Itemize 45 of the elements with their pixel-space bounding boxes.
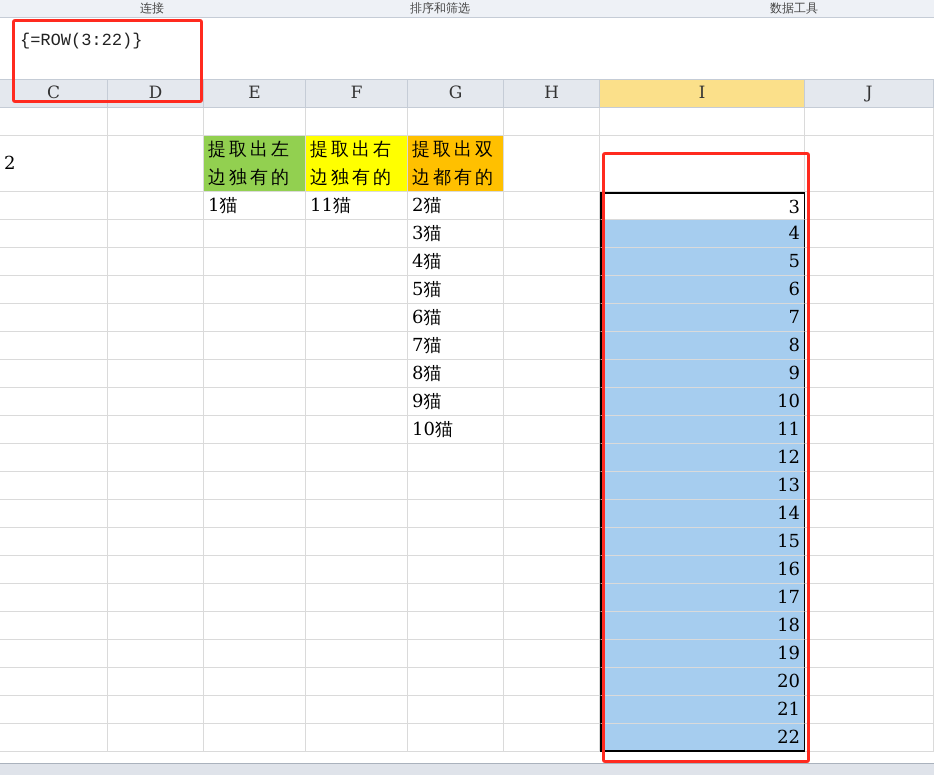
table-cell: 6猫 bbox=[408, 304, 504, 332]
table-cell: 6 bbox=[600, 276, 805, 304]
table-cell: 2猫 bbox=[408, 192, 504, 220]
table-cell: 2 bbox=[0, 136, 108, 192]
table-cell: 5 bbox=[600, 248, 805, 276]
table-cell: 11 bbox=[600, 416, 805, 444]
table-cell: 8猫 bbox=[408, 360, 504, 388]
table-cell: 16 bbox=[600, 556, 805, 584]
table-cell: 8 bbox=[600, 332, 805, 360]
table-cell: 15 bbox=[600, 528, 805, 556]
column-header[interactable]: I bbox=[600, 80, 805, 108]
table-cell: 4猫 bbox=[408, 248, 504, 276]
table-cell: 17 bbox=[600, 584, 805, 612]
column-header[interactable]: F bbox=[306, 80, 408, 108]
table-cell: 3猫 bbox=[408, 220, 504, 248]
ribbon-group-label: 数据工具 bbox=[770, 1, 818, 15]
table-cell: 13 bbox=[600, 472, 805, 500]
table-cell: 9 bbox=[600, 360, 805, 388]
table-cell: 提取出右边独有的 bbox=[306, 136, 408, 192]
table-cell: 5猫 bbox=[408, 276, 504, 304]
table-cell: 提取出双边都有的 bbox=[408, 136, 504, 192]
table-cell: 11猫 bbox=[306, 192, 408, 220]
column-header[interactable]: H bbox=[504, 80, 600, 108]
ribbon-group-label: 连接 bbox=[140, 1, 164, 15]
table-cell: 14 bbox=[600, 500, 805, 528]
table-cell: 7 bbox=[600, 304, 805, 332]
column-header[interactable]: G bbox=[408, 80, 504, 108]
table-cell: 22 bbox=[600, 724, 805, 752]
table-cell: 21 bbox=[600, 696, 805, 724]
ribbon-group-label: 排序和筛选 bbox=[410, 1, 470, 15]
table-cell: 19 bbox=[600, 640, 805, 668]
table-cell: 3 bbox=[600, 192, 805, 220]
table-cell: 9猫 bbox=[408, 388, 504, 416]
column-header[interactable]: E bbox=[204, 80, 306, 108]
table-cell: 12 bbox=[600, 444, 805, 472]
table-cell: 4 bbox=[600, 220, 805, 248]
table-cell: 18 bbox=[600, 612, 805, 640]
table-cell: 10猫 bbox=[408, 416, 504, 444]
column-header[interactable]: J bbox=[805, 80, 934, 108]
table-cell: 10 bbox=[600, 388, 805, 416]
table-cell: 提取出左边独有的 bbox=[204, 136, 306, 192]
formula-text: {=ROW(3:22)} bbox=[20, 32, 142, 51]
table-cell: 20 bbox=[600, 668, 805, 696]
table-cell: 1猫 bbox=[204, 192, 306, 220]
table-cell: 7猫 bbox=[408, 332, 504, 360]
